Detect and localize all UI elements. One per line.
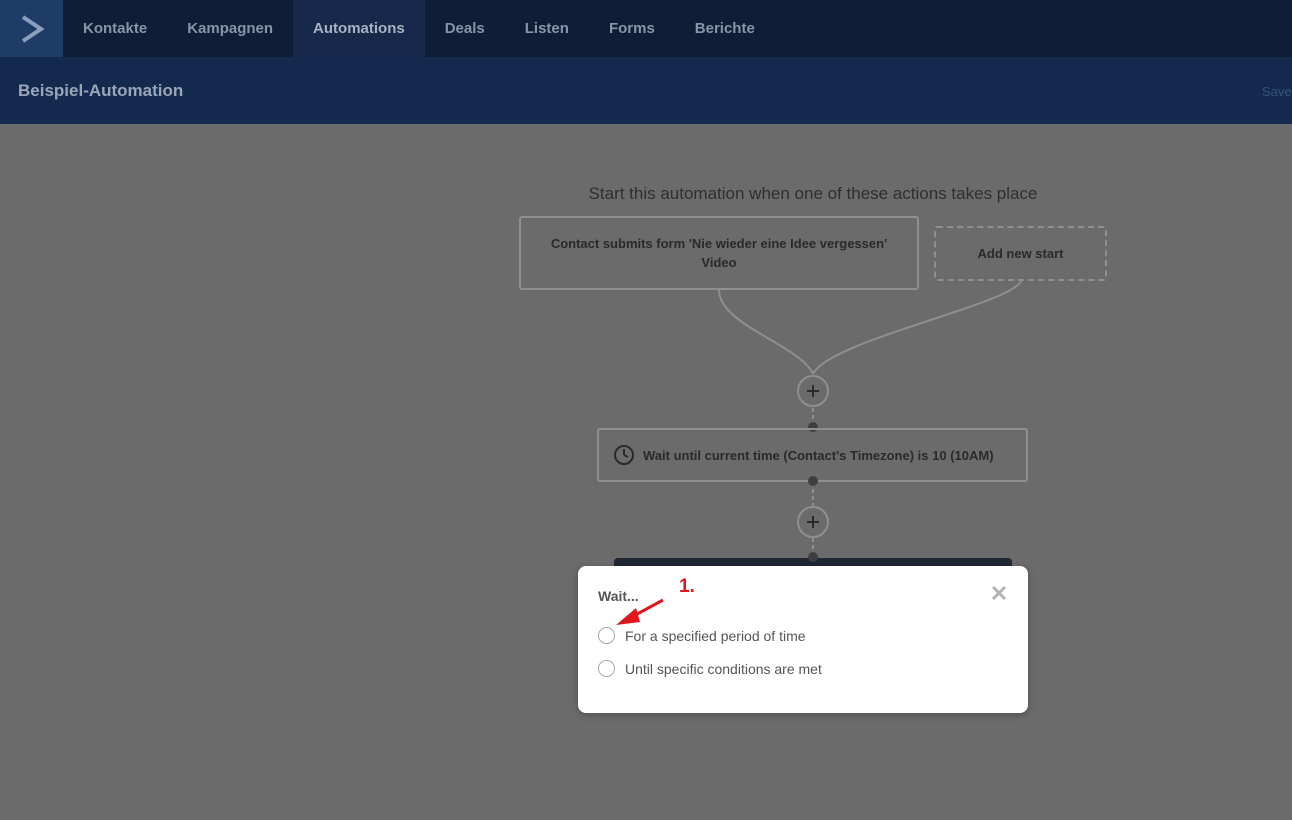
annotation-label: 1. bbox=[679, 576, 695, 597]
annotation-arrow-icon bbox=[616, 598, 664, 625]
